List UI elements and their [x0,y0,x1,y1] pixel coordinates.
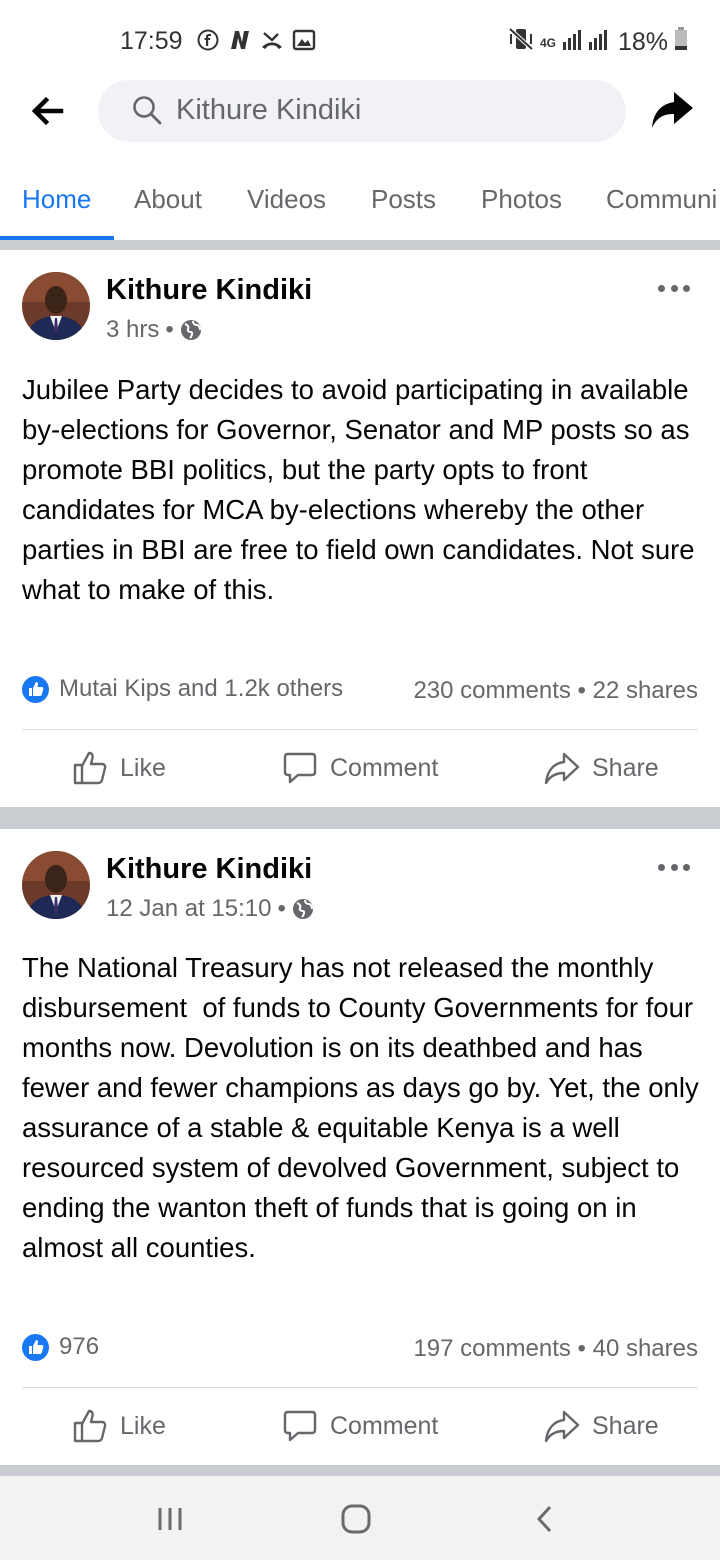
system-back-button[interactable] [528,1504,562,1534]
like-reaction-icon [22,1333,49,1361]
post-reactions[interactable]: Mutai Kips and 1.2k others [22,675,343,703]
share-label: Share [592,753,659,782]
avatar[interactable] [22,272,90,340]
like-reaction-icon [22,675,49,703]
battery-level: 18% [617,28,668,56]
post-author[interactable]: Kithure Kindiki [106,274,312,307]
notification-icons [196,28,316,52]
system-nav-bar [0,1476,720,1560]
post-text: The National Treasury has not released t… [22,952,707,1263]
share-button[interactable]: Share [544,1408,659,1444]
network-type: 4G [539,35,556,50]
comment-button[interactable]: Comment [282,750,438,786]
tab-videos[interactable]: Videos [247,184,326,215]
thumbs-up-icon [73,1409,107,1443]
comment-label: Comment [330,753,439,782]
reactions-text: 976 [59,1333,100,1360]
battery-icon [674,27,688,58]
globe-icon [180,320,201,340]
post-divider [22,1387,698,1388]
page-tabs: Home About Videos Posts Photos Communi [0,170,720,240]
tab-posts[interactable]: Posts [371,184,436,215]
feed-separator [0,1465,720,1476]
post-time[interactable]: 12 Jan at 15:10 [106,895,271,923]
post-meta: 12 Jan at 15:10 • [106,895,314,923]
image-icon [292,28,316,52]
like-button[interactable]: Like [72,750,166,786]
comment-icon [283,1410,317,1442]
page-header: Kithure Kindiki [0,80,720,142]
like-button[interactable]: Like [72,1408,166,1444]
search-input[interactable]: Kithure Kindiki [98,80,626,142]
share-label: Share [592,1411,659,1440]
engagement-counts[interactable]: 197 comments • 40 shares [413,1335,698,1363]
comment-icon [283,752,317,784]
status-bar: 17:59 4G 18% [0,0,720,80]
post-author[interactable]: Kithure Kindiki [106,853,312,886]
status-right: 4G 18% [508,27,688,58]
share-button[interactable]: Share [544,750,659,786]
post-meta: 3 hrs • [106,316,202,344]
search-query: Kithure Kindiki [176,94,362,126]
globe-icon [292,899,313,919]
missed-call-icon [260,28,284,52]
home-icon [341,1504,371,1534]
tabs-divider [0,240,720,250]
facebook-icon [196,28,220,52]
signal-icon [562,28,612,57]
meta-separator: • [277,895,286,922]
tab-about[interactable]: About [134,184,202,215]
post-divider [22,729,698,730]
feed-separator [0,807,720,829]
chevron-left-icon [536,1505,552,1533]
recent-apps-icon [158,1508,182,1530]
share-icon [544,1410,580,1443]
recent-apps-button[interactable] [153,1504,187,1534]
post-options-button[interactable] [658,861,690,873]
news-n-icon [228,28,252,52]
share-arrow-icon [652,92,693,128]
engagement-counts[interactable]: 230 comments • 22 shares [413,677,698,705]
post-options-button[interactable] [658,282,690,294]
tab-photos[interactable]: Photos [481,184,562,215]
comment-button[interactable]: Comment [282,1408,438,1444]
reactions-text: Mutai Kips and 1.2k others [59,675,344,702]
avatar[interactable] [22,851,90,919]
search-icon [133,96,162,125]
home-button[interactable] [339,1504,373,1534]
share-page-button[interactable] [650,90,694,132]
post-text: Jubilee Party decides to avoid participa… [22,374,703,605]
share-icon [544,752,580,785]
mute-icon [508,27,534,58]
tab-home[interactable]: Home [22,184,91,215]
post-reactions[interactable]: 976 [22,1333,99,1361]
back-button[interactable] [30,94,64,128]
post-time[interactable]: 3 hrs [106,316,159,344]
thumbs-up-icon [73,751,107,785]
meta-separator: • [165,316,174,343]
comment-label: Comment [330,1411,439,1440]
like-label: Like [120,1411,166,1440]
status-time: 17:59 [120,27,183,55]
like-label: Like [120,753,166,782]
post: Kithure Kindiki 3 hrs • Jubilee Party de… [0,250,720,807]
arrow-left-icon [31,96,64,126]
tab-community[interactable]: Communi [606,184,717,215]
post: Kithure Kindiki 12 Jan at 15:10 • The Na… [0,829,720,1465]
